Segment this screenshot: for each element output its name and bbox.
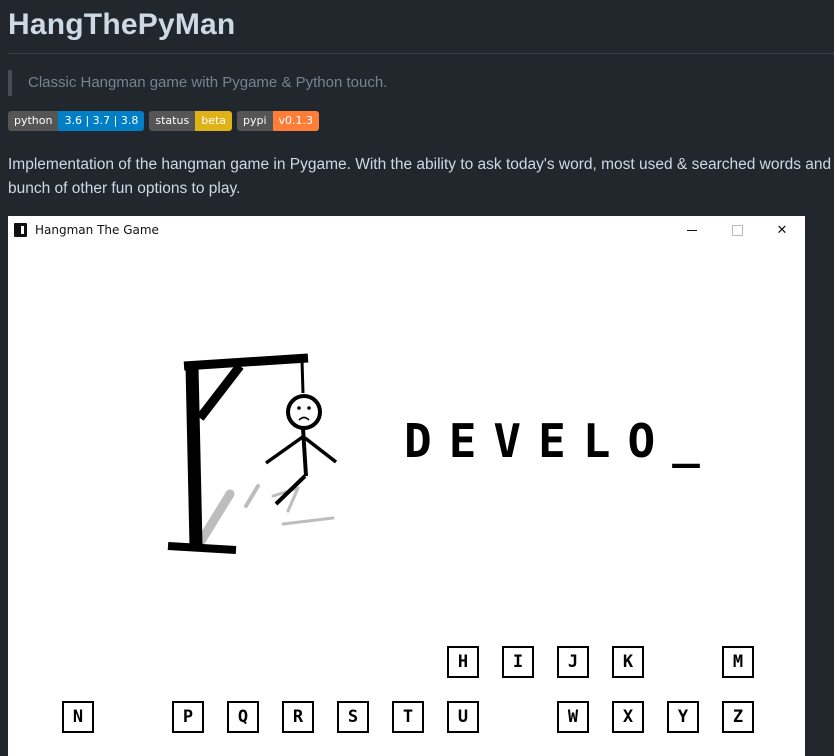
letter-key-p[interactable]: P bbox=[172, 701, 204, 733]
pypi-badge[interactable]: pypi v0.1.3 bbox=[237, 111, 320, 131]
letter-key-k[interactable]: K bbox=[612, 646, 644, 678]
gallows-brace bbox=[196, 363, 244, 421]
window-title: Hangman The Game bbox=[35, 223, 159, 237]
letter-key-w[interactable]: W bbox=[557, 701, 589, 733]
badge-value: 3.6 | 3.7 | 3.8 bbox=[58, 111, 145, 131]
badge-key: pypi bbox=[237, 111, 273, 131]
letter-key-h[interactable]: H bbox=[447, 646, 479, 678]
hangman-body bbox=[301, 427, 308, 477]
python-badge[interactable]: python 3.6 | 3.7 | 3.8 bbox=[8, 111, 145, 131]
hangman-drawing bbox=[167, 353, 338, 554]
minimize-icon bbox=[687, 230, 697, 231]
repo-title: HangThePyMan bbox=[8, 8, 236, 41]
tagline-quote: Classic Hangman game with Pygame & Pytho… bbox=[8, 70, 387, 96]
title-divider bbox=[8, 53, 834, 54]
letter-key-n[interactable]: N bbox=[62, 701, 94, 733]
letter-key-t[interactable]: T bbox=[392, 701, 424, 733]
letter-key-q[interactable]: Q bbox=[227, 701, 259, 733]
description-text: Implementation of the hangman game in Py… bbox=[8, 156, 832, 197]
minimize-button[interactable] bbox=[669, 216, 715, 245]
badge-value: v0.1.3 bbox=[272, 111, 320, 131]
letter-key-u[interactable]: U bbox=[447, 701, 479, 733]
badge-key: status bbox=[149, 111, 196, 131]
badge-key: python bbox=[8, 111, 59, 131]
word-display: DEVELO_ bbox=[404, 414, 717, 468]
letter-key-m[interactable]: M bbox=[722, 646, 754, 678]
gallows-base bbox=[167, 542, 237, 554]
hangman-right-arm bbox=[303, 436, 338, 464]
shadow-sketch bbox=[193, 484, 335, 551]
maximize-icon bbox=[731, 225, 743, 236]
close-icon: ✕ bbox=[776, 223, 788, 238]
close-button[interactable]: ✕ bbox=[759, 216, 805, 245]
rope bbox=[300, 359, 305, 394]
gallows-post bbox=[185, 365, 203, 547]
letter-key-s[interactable]: S bbox=[337, 701, 369, 733]
maximize-button[interactable] bbox=[714, 216, 760, 245]
badge-value: beta bbox=[195, 111, 232, 131]
hangman-head bbox=[286, 394, 322, 430]
app-icon bbox=[14, 223, 27, 237]
window-titlebar[interactable]: Hangman The Game ✕ bbox=[8, 216, 805, 245]
letter-key-i[interactable]: I bbox=[502, 646, 534, 678]
letter-key-x[interactable]: X bbox=[612, 701, 644, 733]
letter-key-z[interactable]: Z bbox=[722, 701, 754, 733]
letter-key-r[interactable]: R bbox=[282, 701, 314, 733]
letter-key-j[interactable]: J bbox=[557, 646, 589, 678]
hangman-left-arm bbox=[264, 434, 306, 465]
hangman-left-leg bbox=[274, 474, 307, 506]
status-badge[interactable]: status beta bbox=[149, 111, 232, 131]
letter-key-y[interactable]: Y bbox=[667, 701, 699, 733]
gallows-beam bbox=[183, 353, 309, 371]
game-window: Hangman The Game ✕ DEVELO_ H I J K M N P… bbox=[8, 216, 805, 756]
badge-row: python 3.6 | 3.7 | 3.8 status beta pypi … bbox=[8, 111, 320, 131]
